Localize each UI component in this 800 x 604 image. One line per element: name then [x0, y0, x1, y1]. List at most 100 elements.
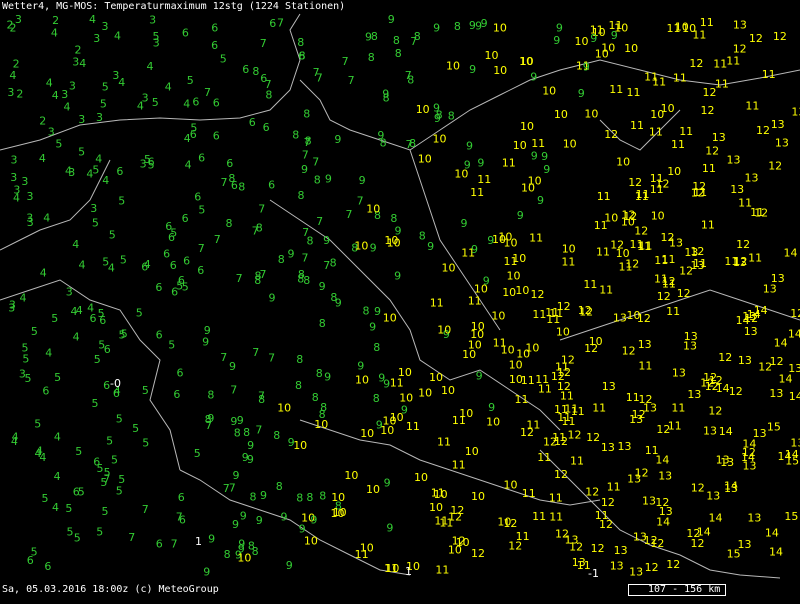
station-value: 8	[278, 253, 285, 266]
station-value: 9	[394, 269, 401, 282]
station-value: 7	[316, 72, 323, 85]
station-value: 9	[531, 150, 538, 163]
station-value: 5	[92, 216, 99, 229]
station-value: 6	[249, 116, 256, 129]
station-value: 9	[578, 87, 585, 100]
station-value: 8	[390, 212, 397, 225]
station-value: 8	[380, 137, 387, 150]
station-value: 10	[441, 384, 455, 397]
station-value: 4	[89, 13, 96, 26]
station-value: 8	[312, 391, 319, 404]
station-value: 8	[295, 379, 302, 392]
station-value: 11	[702, 162, 716, 175]
station-value: 3	[142, 92, 149, 105]
station-value: 14	[709, 512, 723, 525]
station-value: 4	[79, 57, 86, 70]
station-value: 12	[657, 290, 671, 303]
station-value: 8	[303, 107, 310, 120]
station-value: 14	[656, 516, 670, 529]
station-value: 5	[100, 97, 107, 110]
station-value: 13	[602, 380, 616, 393]
station-value: 8	[297, 36, 304, 49]
station-value: 12	[579, 305, 593, 318]
station-value: 7	[221, 176, 228, 189]
station-value: 12	[656, 178, 670, 191]
station-value: 11	[745, 100, 759, 113]
station-value: 2	[10, 22, 17, 35]
station-value: 7	[255, 424, 262, 437]
station-value: 10	[504, 479, 518, 492]
station-value: 13	[763, 283, 777, 296]
station-value: 5	[98, 307, 105, 320]
station-value: 6	[213, 129, 220, 142]
station-value: 12	[601, 496, 615, 509]
station-value: 8	[368, 51, 375, 64]
station-value: 10	[354, 239, 368, 252]
station-value: 11	[583, 278, 597, 291]
station-value: 11	[607, 480, 621, 493]
station-value: 14	[765, 527, 779, 540]
station-value: 8	[234, 426, 241, 439]
station-value: 4	[86, 167, 93, 180]
station-value: 7	[258, 390, 265, 403]
station-value: 10	[520, 55, 534, 68]
station-value: 11	[561, 255, 575, 268]
station-value: 9	[286, 559, 293, 572]
station-value: 5	[109, 229, 116, 242]
station-value: 12	[705, 145, 719, 158]
station-value: 5	[92, 397, 99, 410]
station-value: 8	[238, 180, 245, 193]
station-value: 11	[666, 305, 680, 318]
station-value: 5	[78, 146, 85, 159]
station-value: 13	[744, 325, 758, 338]
station-value: 5	[111, 454, 118, 467]
station-value: 12	[531, 288, 545, 301]
station-value: 8	[407, 73, 414, 86]
station-value: 11	[477, 173, 491, 186]
station-value: 10	[556, 326, 570, 339]
station-value: 11	[502, 157, 516, 170]
station-value: 12	[604, 128, 618, 141]
station-value: 4	[102, 174, 109, 187]
station-value: 12	[749, 32, 763, 45]
station-value: 12	[584, 342, 598, 355]
station-value: 9	[543, 163, 550, 176]
station-value: 5	[190, 121, 197, 134]
station-value: 6	[194, 190, 201, 203]
station-value: 12	[586, 431, 600, 444]
station-value: 10	[471, 490, 485, 503]
station-value: 8	[255, 269, 262, 282]
station-value: 5	[194, 447, 201, 460]
station-value: 7	[268, 352, 275, 365]
station-value: 10	[486, 416, 500, 429]
station-value: 7	[229, 482, 236, 495]
station-value: 13	[703, 424, 717, 437]
station-value: 11	[531, 137, 545, 150]
station-value: 3	[149, 14, 156, 27]
station-value: 5	[168, 339, 175, 352]
station-value: 9	[238, 538, 245, 551]
station-value: 5	[104, 466, 111, 479]
station-value: 11	[715, 77, 729, 90]
station-value: 2	[75, 44, 82, 57]
station-value: 7	[348, 74, 355, 87]
station-value: 10	[604, 211, 618, 224]
station-value: 14	[788, 327, 800, 340]
station-value: 8	[314, 174, 321, 187]
station-value: 4	[52, 89, 59, 102]
station-value: 8	[319, 490, 326, 503]
station-value: 5	[152, 96, 159, 109]
station-value: 5	[102, 81, 109, 94]
station-value: 8	[226, 217, 233, 230]
station-value: 8	[330, 291, 337, 304]
station-value: 11	[435, 563, 449, 576]
station-value: 12	[554, 468, 568, 481]
station-value: 13	[672, 367, 686, 380]
station-value: 11	[535, 373, 549, 386]
station-value: 6	[182, 212, 189, 225]
station-value: 11	[599, 284, 613, 297]
station-value: 6	[155, 281, 162, 294]
station-value: 9	[427, 240, 434, 253]
station-value: 9	[319, 280, 326, 293]
station-value: 13	[790, 437, 800, 450]
